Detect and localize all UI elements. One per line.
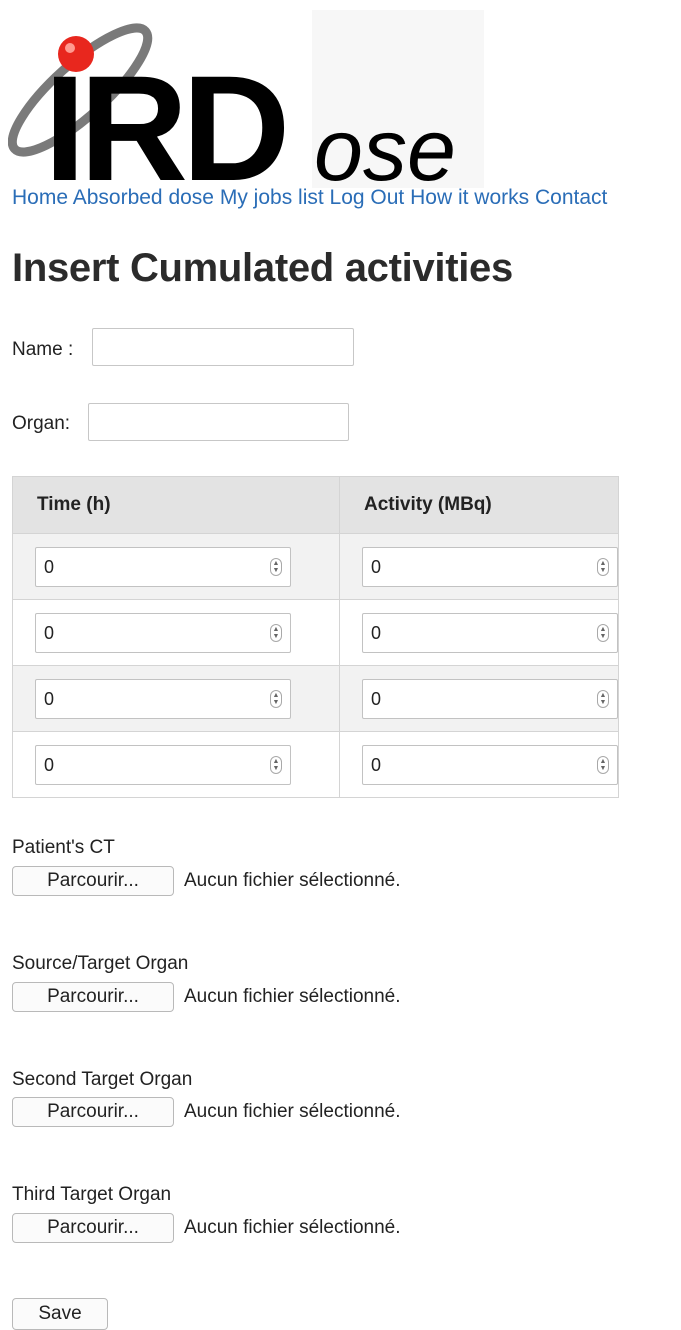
irdose-logo: IRD ose: [8, 10, 484, 188]
source-target-organ-file-input: Parcourir... Aucun fichier sélectionné.: [12, 982, 401, 1012]
page-title: Insert Cumulated activities: [12, 246, 513, 290]
activity-value: 0: [371, 688, 382, 709]
third-target-organ-label: Third Target Organ: [12, 1184, 172, 1205]
column-header-time: Time (h): [12, 476, 340, 534]
third-target-organ-browse-button[interactable]: Parcourir...: [12, 1213, 174, 1243]
activity-value: 0: [371, 622, 382, 643]
logo-suffix-text: ose: [314, 100, 456, 188]
activity-value: 0: [371, 556, 382, 577]
main-nav: Home Absorbed dose My jobs list Log Out …: [12, 186, 607, 210]
second-target-organ-browse-button[interactable]: Parcourir...: [12, 1097, 174, 1127]
up-down-spinner-icon[interactable]: ▲ ▼: [597, 755, 609, 774]
activity-value: 0: [371, 754, 382, 775]
nav-contact[interactable]: Contact: [535, 186, 607, 209]
name-label: Name :: [12, 339, 74, 360]
time-input[interactable]: 0 ▲ ▼: [35, 744, 291, 785]
activity-input[interactable]: 0 ▲ ▼: [362, 744, 618, 785]
source-target-organ-browse-button[interactable]: Parcourir...: [12, 982, 174, 1012]
column-header-activity: Activity (MBq): [339, 476, 619, 534]
patient-ct-file-input: Parcourir... Aucun fichier sélectionné.: [12, 866, 401, 896]
patient-ct-label: Patient's CT: [12, 837, 115, 858]
table-row: 0 ▲ ▼ 0 ▲ ▼: [12, 731, 619, 798]
time-value: 0: [44, 688, 55, 709]
time-input[interactable]: 0 ▲ ▼: [35, 546, 291, 587]
activity-input[interactable]: 0 ▲ ▼: [362, 546, 618, 587]
nav-absorbed-dose[interactable]: Absorbed dose: [73, 186, 214, 209]
second-target-organ-label: Second Target Organ: [12, 1069, 193, 1090]
table-header-row: Time (h) Activity (MBq): [12, 476, 619, 534]
up-down-spinner-icon[interactable]: ▲ ▼: [270, 623, 282, 642]
patient-ct-file-status: Aucun fichier sélectionné.: [184, 870, 401, 891]
save-button[interactable]: Save: [12, 1298, 108, 1330]
organ-input[interactable]: [88, 403, 349, 441]
second-target-organ-file-input: Parcourir... Aucun fichier sélectionné.: [12, 1097, 401, 1127]
third-target-organ-file-status: Aucun fichier sélectionné.: [184, 1217, 401, 1238]
name-input[interactable]: [92, 328, 354, 366]
up-down-spinner-icon[interactable]: ▲ ▼: [270, 557, 282, 576]
source-target-organ-label: Source/Target Organ: [12, 953, 189, 974]
activity-table: Time (h) Activity (MBq) 0 ▲ ▼ 0 ▲ ▼ 0 ▲ ▼ 0 ▲ ▼ …: [12, 476, 619, 798]
table-row: 0 ▲ ▼ 0 ▲ ▼: [12, 533, 619, 600]
up-down-spinner-icon[interactable]: ▲ ▼: [270, 755, 282, 774]
time-value: 0: [44, 754, 55, 775]
time-value: 0: [44, 556, 55, 577]
nav-how-it-works[interactable]: How it works: [410, 186, 529, 209]
up-down-spinner-icon[interactable]: ▲ ▼: [270, 689, 282, 708]
nav-my-jobs-list[interactable]: My jobs list: [220, 186, 324, 209]
up-down-spinner-icon[interactable]: ▲ ▼: [597, 689, 609, 708]
time-input[interactable]: 0 ▲ ▼: [35, 678, 291, 719]
nav-home[interactable]: Home: [12, 186, 68, 209]
third-target-organ-file-input: Parcourir... Aucun fichier sélectionné.: [12, 1213, 401, 1243]
table-row: 0 ▲ ▼ 0 ▲ ▼: [12, 599, 619, 666]
organ-label: Organ:: [12, 413, 71, 434]
table-row: 0 ▲ ▼ 0 ▲ ▼: [12, 665, 619, 732]
up-down-spinner-icon[interactable]: ▲ ▼: [597, 623, 609, 642]
second-target-organ-file-status: Aucun fichier sélectionné.: [184, 1101, 401, 1122]
logo-red-dot: [58, 36, 94, 72]
activity-input[interactable]: 0 ▲ ▼: [362, 612, 618, 653]
source-target-organ-file-status: Aucun fichier sélectionné.: [184, 986, 401, 1007]
nav-log-out[interactable]: Log Out: [330, 186, 405, 209]
up-down-spinner-icon[interactable]: ▲ ▼: [597, 557, 609, 576]
activity-input[interactable]: 0 ▲ ▼: [362, 678, 618, 719]
time-input[interactable]: 0 ▲ ▼: [35, 612, 291, 653]
patient-ct-browse-button[interactable]: Parcourir...: [12, 866, 174, 896]
time-value: 0: [44, 622, 55, 643]
